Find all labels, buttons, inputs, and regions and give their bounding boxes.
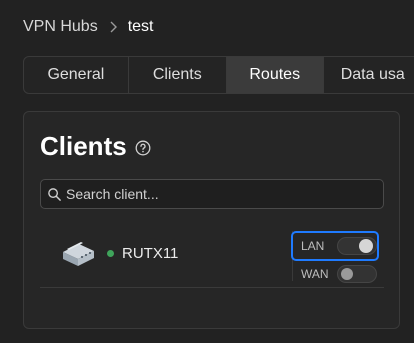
clients-panel: Clients RUTX11 LAN [23,111,400,329]
search-input[interactable] [66,186,366,202]
online-status-dot [107,250,114,257]
breadcrumb-root-link[interactable]: VPN Hubs [23,18,98,36]
breadcrumb-current: test [127,18,154,35]
wan-label: WAN [301,267,329,281]
search-icon [48,187,61,201]
client-row: RUTX11 LAN WAN [40,226,384,288]
tab-general[interactable]: General [24,57,129,93]
search-box [40,179,384,209]
client-name: RUTX11 [122,245,179,262]
toggle-knob [359,239,373,253]
tab-routes[interactable]: Routes [226,57,324,93]
wan-toggle-switch[interactable] [337,265,377,283]
tab-bar: General Clients Routes Data usa [23,56,414,94]
panel-title: Clients [40,131,127,161]
toggle-knob [341,268,353,280]
tab-clients[interactable]: Clients [129,57,227,93]
breadcrumb: VPN Hubs test [23,16,154,38]
help-icon[interactable] [135,140,151,156]
tab-data-usage[interactable]: Data usa [324,57,414,93]
lan-toggle-row: LAN [291,231,379,261]
wan-toggle-row: WAN [293,261,379,287]
panel-header: Clients [40,131,151,162]
client-toggles: LAN WAN [291,231,380,283]
chevron-right-icon [98,21,128,33]
router-device-icon [63,242,94,266]
lan-label: LAN [301,239,325,253]
lan-toggle-switch[interactable] [337,237,377,255]
